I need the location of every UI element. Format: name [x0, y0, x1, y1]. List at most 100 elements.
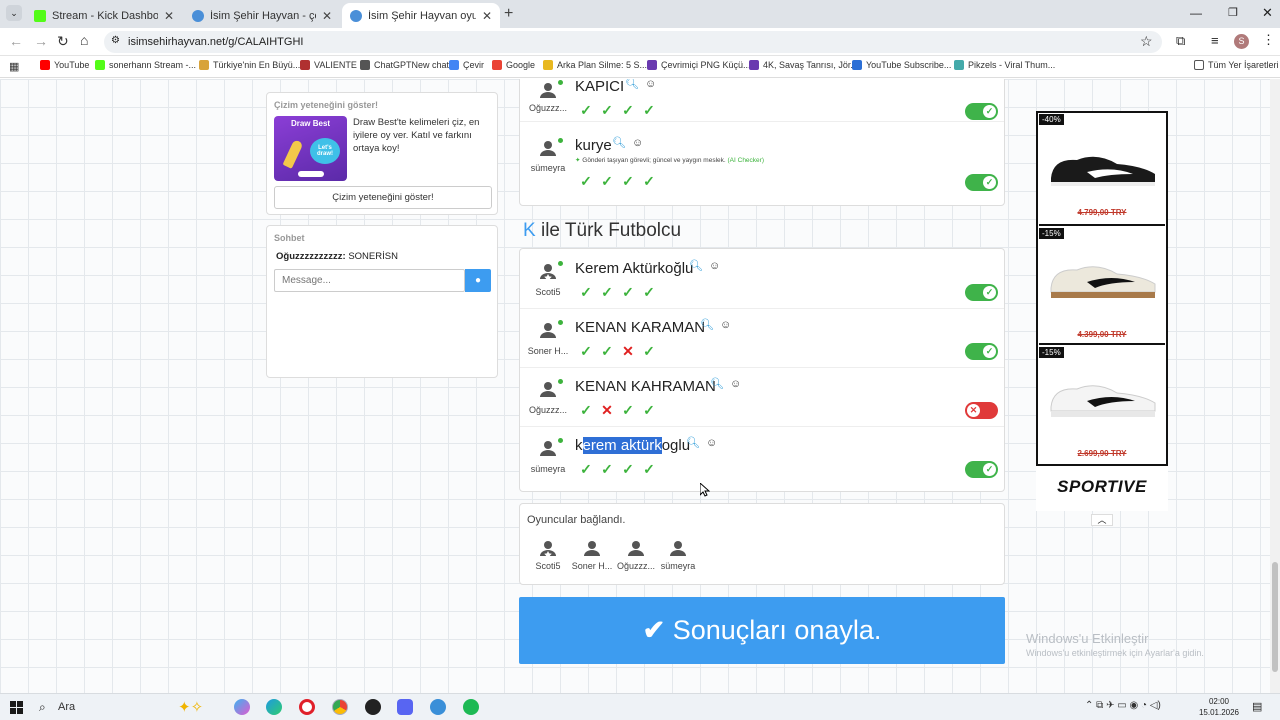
answer-tools: 🔍︎ ☺ [700, 318, 731, 331]
smile-icon[interactable]: ☺ [706, 437, 717, 449]
smile-icon[interactable]: ☺ [645, 79, 656, 90]
player-name: Soner H... [571, 561, 613, 571]
chat-send-button[interactable]: ● [465, 269, 491, 292]
accept-toggle[interactable]: ✓ [965, 284, 998, 301]
chrome-icon[interactable] [332, 699, 348, 715]
search-icon[interactable]: 🔍︎ [625, 79, 639, 90]
bookmark-item[interactable]: Arka Plan Silme: 5 S... [543, 60, 647, 70]
site-info-icon[interactable]: ⚙ [111, 35, 120, 46]
bookmark-item[interactable]: Pikzels - Viral Thum... [954, 60, 1055, 70]
copilot-icon[interactable] [234, 699, 250, 715]
check-icon: ✓ [643, 461, 655, 477]
close-icon[interactable]: ✕ [164, 9, 174, 23]
search-icon[interactable]: 🔍︎ [700, 319, 714, 331]
site-icon [300, 60, 310, 70]
bookmark-item[interactable]: VALIENTE [300, 60, 357, 70]
restore-icon[interactable]: ❐ [1228, 6, 1238, 19]
ad-banner[interactable]: -40% 4.799,00 TRY -15% 4.399,00 TRY -15%… [1036, 111, 1168, 526]
notification-icon[interactable]: ▤ [1252, 700, 1262, 713]
spotify-icon[interactable] [463, 699, 479, 715]
tab-ish-1[interactable]: İsim Şehir Hayvan - çevrimiçi oyna ✕ [184, 3, 340, 28]
smile-icon[interactable]: ☺ [709, 260, 720, 272]
smile-icon[interactable]: ☺ [720, 319, 731, 331]
home-icon[interactable]: ⌂ [80, 32, 88, 48]
search-icon[interactable]: 🔍︎ [689, 260, 703, 272]
clock-date: 15.01.2026 [1198, 708, 1240, 717]
profile-avatar[interactable]: S [1234, 34, 1249, 49]
search-icon[interactable]: 🔍︎ [612, 137, 626, 149]
system-tray[interactable]: ⌃ ⧉ ✈ ▭ ◉ ◔ ◁) [1085, 700, 1161, 711]
bookmark-item[interactable]: Google [492, 60, 535, 70]
tab-ish-2[interactable]: İsim Şehir Hayvan oyununa katıl ✕ [342, 3, 500, 28]
extensions-icon[interactable]: ⧉ [1176, 33, 1185, 49]
bookmark-item[interactable]: ChatGPTNew chat [360, 60, 449, 70]
taskbar-search[interactable]: ⌕ Ara ✦✧ [32, 697, 217, 718]
bookmark-item[interactable]: YouTube Subscribe... [852, 60, 951, 70]
vote-list: ✓ ✓ ✓ ✓ [578, 102, 657, 118]
check-icon: ✓ [643, 402, 655, 418]
tab-title: Stream - Kick Dashboard [52, 9, 158, 22]
bookmark-item[interactable]: sonerhann Stream -... [95, 60, 196, 70]
collapse-ad-button[interactable]: ︿ [1091, 514, 1113, 526]
bookmark-item[interactable]: Çevir [449, 60, 484, 70]
app-icon[interactable] [365, 699, 381, 715]
chat-message-input[interactable] [274, 269, 465, 292]
accept-toggle[interactable]: ✓ [965, 174, 998, 191]
accept-toggle[interactable]: ✕ [965, 402, 998, 419]
menu-list-icon[interactable]: ≡ [1211, 33, 1219, 48]
back-icon[interactable]: ← [9, 33, 23, 49]
accept-toggle[interactable]: ✓ [965, 461, 998, 478]
discord-icon[interactable] [397, 699, 413, 715]
close-icon[interactable]: ✕ [322, 9, 332, 23]
edge-icon[interactable] [266, 699, 282, 715]
tab-kick[interactable]: Stream - Kick Dashboard ✕ [26, 3, 182, 28]
search-icon: ⌕ [39, 700, 46, 714]
close-icon[interactable]: ✕ [482, 9, 492, 23]
tab-title: İsim Şehir Hayvan oyununa katıl [368, 9, 476, 22]
minimize-icon[interactable]: — [1190, 6, 1202, 20]
smile-icon[interactable]: ☺ [730, 378, 741, 390]
forward-icon[interactable]: → [34, 33, 48, 49]
category-panel: Scoti5 Kerem Aktürkoğlu 🔍︎ ☺ ✓ ✓ ✓ ✓ ✓ Soner… [519, 248, 1005, 492]
address-bar[interactable]: ⚙ isimsehirhayvan.net/g/CALAIHTGHI ☆ [104, 31, 1162, 53]
answer-row: sümeyra kerem aktürkoglu 🔍︎ ☺ ✓ ✓ ✓ ✓ ✓ [520, 427, 1004, 491]
accept-toggle[interactable]: ✓ [965, 103, 998, 120]
window-close-icon[interactable]: ✕ [1262, 5, 1273, 21]
apps-icon[interactable]: ▦ [9, 60, 19, 73]
smile-icon[interactable]: ☺ [632, 137, 643, 149]
check-icon: ✓ [601, 102, 613, 118]
ai-note-tag: (AI Checker) [727, 157, 764, 164]
bookmark-item[interactable]: Çevrimiçi PNG Küçü... [647, 60, 751, 70]
bookmark-item[interactable]: YouTube [40, 60, 89, 70]
accept-toggle[interactable]: ✓ [965, 343, 998, 360]
network-app-icon[interactable] [430, 699, 446, 715]
search-icon[interactable]: 🔍︎ [686, 437, 700, 449]
player-chip[interactable]: Oğuzzz... [614, 537, 658, 571]
banner-footer [298, 171, 324, 177]
player-chip[interactable]: Scoti5 [528, 537, 568, 571]
kebab-menu-icon[interactable]: ⋮ [1262, 32, 1275, 48]
ad-product[interactable]: -40% 4.799,00 TRY [1039, 114, 1165, 226]
new-tab-button[interactable]: + [504, 5, 513, 23]
player-chip[interactable]: sümeyra [656, 537, 700, 571]
ad-product[interactable]: -15% 2.699,90 TRY [1039, 347, 1165, 464]
clock[interactable]: 02:00 15.01.2026 [1198, 696, 1240, 718]
opera-icon[interactable] [299, 699, 315, 715]
ad-product[interactable]: -15% 4.399,00 TRY [1039, 228, 1165, 345]
confirm-results-button[interactable]: ✔ Sonuçları onayla. [519, 597, 1005, 664]
tab-search-button[interactable]: ⌄ [6, 5, 22, 21]
draw-promo-button[interactable]: Çizim yeteneğini göster! [274, 186, 492, 209]
bookmark-item[interactable]: Türkiye'nin En Büyü... [199, 60, 300, 70]
bookmark-item[interactable]: 4K, Savaş Tanrısı, Jör... [749, 60, 858, 70]
player-name: Scoti5 [535, 561, 561, 571]
draw-best-banner[interactable]: Draw Best Let's draw! [274, 116, 347, 181]
ai-note: ✦ Gönderi taşıyan görevli; güncel ve yay… [575, 156, 764, 164]
player-name: sümeyra [660, 561, 696, 571]
all-bookmarks[interactable]: Tüm Yer İşaretleri [1194, 60, 1279, 70]
star-icon[interactable]: ☆ [1140, 33, 1153, 50]
scrollbar-thumb[interactable] [1272, 562, 1278, 672]
player-chip[interactable]: Soner H... [570, 537, 614, 571]
start-icon[interactable] [10, 701, 23, 714]
reload-icon[interactable]: ↻ [57, 33, 69, 50]
search-icon[interactable]: 🔍︎ [710, 378, 724, 390]
